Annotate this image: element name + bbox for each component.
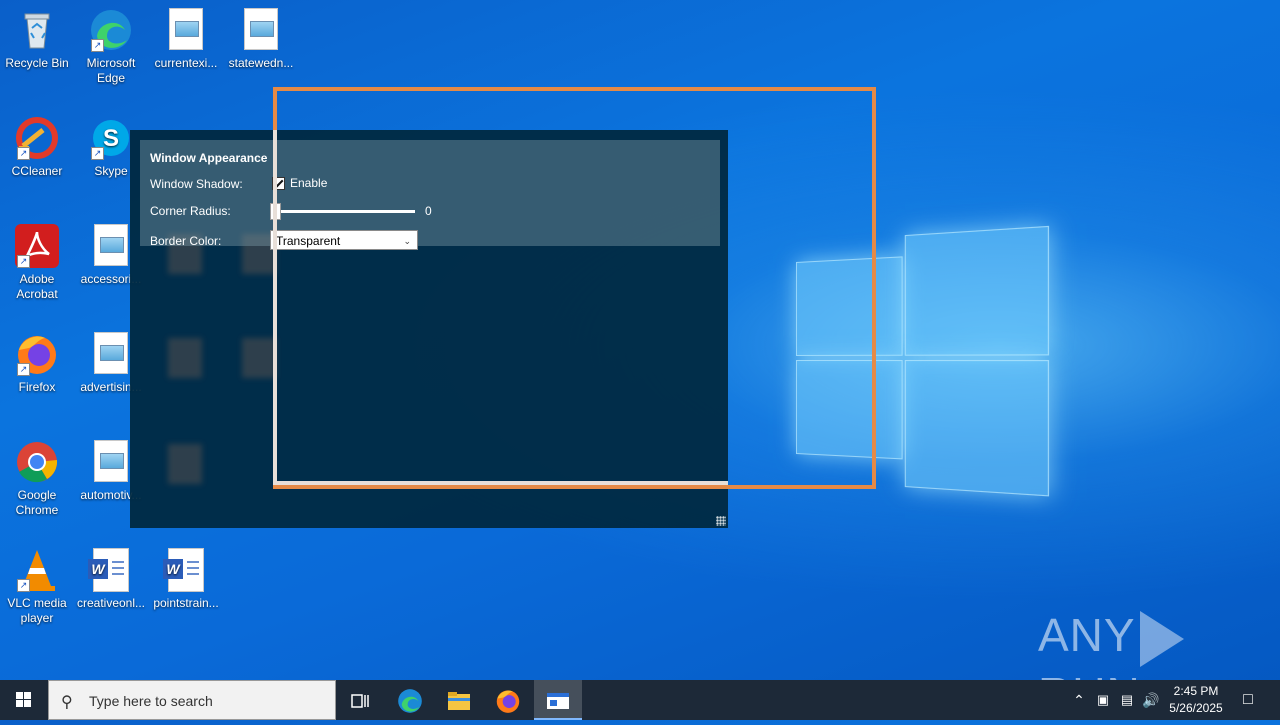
taskbar-app-button-active[interactable] xyxy=(534,680,582,720)
section-title: Window Appearance xyxy=(150,151,268,165)
blurred-desktop-icon xyxy=(168,338,202,378)
desktop-icon-file[interactable]: currentexi... xyxy=(149,8,223,71)
word-document-icon: W xyxy=(88,548,133,592)
svg-text:S: S xyxy=(103,125,119,152)
icon-label: pointstrain... xyxy=(153,596,219,610)
notifications-icon[interactable]: □ xyxy=(1234,680,1262,720)
desktop-icon-vlc[interactable]: ↗ VLC media player xyxy=(0,548,74,626)
volume-icon[interactable]: 🔊 xyxy=(1140,680,1162,720)
folder-icon xyxy=(448,692,470,711)
network-icon[interactable]: ▤ xyxy=(1116,680,1138,720)
tray-meet-icon[interactable]: ▣ xyxy=(1092,680,1114,720)
taskbar-search-box[interactable]: ⚲ Type here to search xyxy=(48,680,336,720)
taskbar: ⚲ Type here to search ⌃ ▣ ▤ 🔊 2:45 PM 5/… xyxy=(0,680,1280,720)
icon-label: CCleaner xyxy=(11,164,63,178)
edge-icon: ↗ xyxy=(89,8,133,52)
search-placeholder: Type here to search xyxy=(89,693,213,709)
selection-rectangle-left-edge xyxy=(273,130,277,485)
chrome-icon xyxy=(15,440,59,484)
desktop-icon-google-chrome[interactable]: Google Chrome xyxy=(0,440,74,518)
app-window-icon xyxy=(547,693,569,710)
selection-rectangle xyxy=(273,87,876,489)
desktop-icon-ccleaner[interactable]: ↗ CCleaner xyxy=(0,116,74,179)
icon-label: creativeonl... xyxy=(76,596,146,610)
desktop-icon-adobe-acrobat[interactable]: ↗ Adobe Acrobat xyxy=(0,224,74,302)
watermark-left-text: ANY xyxy=(1038,609,1136,661)
desktop-icon-firefox[interactable]: ↗ Firefox xyxy=(0,332,74,395)
desktop-icon-file[interactable]: statewedn... xyxy=(224,8,298,71)
adobe-acrobat-icon: ↗ xyxy=(15,224,59,268)
edge-icon xyxy=(398,689,422,714)
desktop-icon-word-doc[interactable]: W pointstrain... xyxy=(149,548,223,611)
start-button[interactable] xyxy=(0,680,48,720)
icon-label: Google Chrome xyxy=(15,488,59,517)
selection-rectangle-bottom-edge xyxy=(273,481,728,485)
radius-label: Corner Radius: xyxy=(150,204,231,218)
firefox-icon xyxy=(496,690,520,714)
ccleaner-icon: ↗ xyxy=(15,116,59,160)
shadow-label: Window Shadow: xyxy=(150,177,243,191)
vlc-icon: ↗ xyxy=(15,548,59,592)
desktop-icon-recycle-bin[interactable]: Recycle Bin xyxy=(0,8,74,71)
shortcut-arrow-icon: ↗ xyxy=(17,255,30,268)
blurred-desktop-icon xyxy=(168,444,202,484)
blurred-desktop-icon xyxy=(242,338,276,378)
firefox-icon: ↗ xyxy=(15,332,59,376)
show-hidden-icons-button[interactable]: ⌃ xyxy=(1068,680,1090,720)
shortcut-arrow-icon: ↗ xyxy=(91,147,104,160)
icon-label: Microsoft Edge xyxy=(86,56,136,85)
chevron-up-icon: ⌃ xyxy=(1073,692,1085,708)
shortcut-arrow-icon: ↗ xyxy=(17,579,30,592)
recycle-bin-icon xyxy=(15,8,59,52)
border-color-label: Border Color: xyxy=(150,234,222,248)
icon-label: VLC media player xyxy=(7,596,67,625)
desktop-icon-word-doc[interactable]: W creativeonl... xyxy=(74,548,148,611)
image-file-icon xyxy=(89,224,133,268)
taskbar-clock[interactable]: 2:45 PM 5/26/2025 xyxy=(1160,683,1232,717)
windows-start-icon xyxy=(16,692,31,707)
skype-icon: S ↗ xyxy=(89,116,133,160)
search-icon: ⚲ xyxy=(61,694,73,711)
image-file-icon xyxy=(89,440,133,484)
icon-label: Recycle Bin xyxy=(5,56,69,70)
taskbar-edge-button[interactable] xyxy=(386,680,434,720)
clock-date: 5/26/2025 xyxy=(1169,701,1223,715)
resize-grip-icon[interactable] xyxy=(716,516,726,526)
shortcut-arrow-icon: ↗ xyxy=(17,147,30,160)
word-document-icon: W xyxy=(163,548,208,592)
taskbar-firefox-button[interactable] xyxy=(484,680,532,720)
shortcut-arrow-icon: ↗ xyxy=(91,39,104,52)
task-view-button[interactable] xyxy=(336,680,384,720)
play-icon xyxy=(1139,610,1184,667)
image-file-icon xyxy=(164,8,208,52)
desktop-icon-microsoft-edge[interactable]: ↗ Microsoft Edge xyxy=(74,8,148,86)
icon-label: currentexi... xyxy=(154,56,218,70)
image-file-icon xyxy=(89,332,133,376)
clock-time: 2:45 PM xyxy=(1173,684,1219,698)
taskbar-file-explorer-button[interactable] xyxy=(435,680,483,720)
icon-label: Adobe Acrobat xyxy=(16,272,58,301)
icon-label: statewedn... xyxy=(228,56,294,70)
image-file-icon xyxy=(239,8,283,52)
shortcut-arrow-icon: ↗ xyxy=(17,363,30,376)
task-view-icon xyxy=(351,694,369,708)
icon-label: Firefox xyxy=(18,380,56,394)
